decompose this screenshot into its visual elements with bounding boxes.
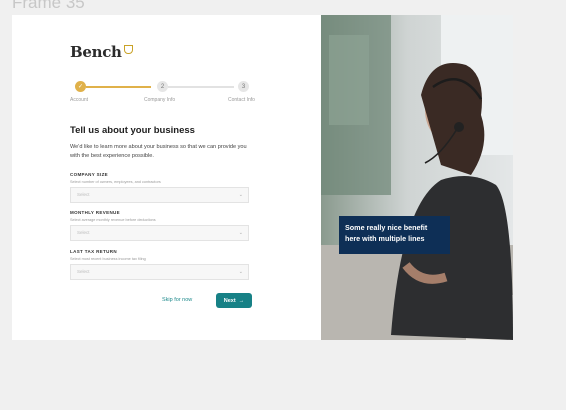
logo-shield-icon	[123, 45, 133, 54]
arrow-right-icon: →	[238, 297, 245, 304]
step-1-check-icon: ✓	[75, 81, 86, 92]
last-tax-return-help: Select most recent business income tax f…	[70, 257, 146, 261]
company-size-placeholder: Select	[77, 192, 90, 197]
page-title: Tell us about your business	[70, 125, 195, 136]
skip-for-now-link[interactable]: Skip for now	[162, 297, 192, 303]
last-tax-return-placeholder: Select	[77, 269, 90, 274]
company-size-help: Select number of owners, employees, and …	[70, 180, 161, 184]
bench-logo: Bench	[70, 43, 133, 61]
company-size-select[interactable]: Select ⌄	[70, 187, 249, 203]
step-3-indicator: 3	[238, 81, 249, 92]
chevron-down-icon: ⌄	[238, 192, 243, 198]
step-1-label: Account	[70, 97, 89, 103]
logo-wordmark: Bench	[70, 43, 122, 61]
next-button-label: Next	[223, 297, 236, 304]
benefit-caption: Some really nice benefit here with multi…	[339, 216, 450, 254]
step-2-indicator: 2	[157, 81, 168, 92]
chevron-down-icon: ⌄	[238, 269, 243, 275]
last-tax-return-select[interactable]: Select ⌄	[70, 264, 249, 280]
onboarding-frame: Bench ✓ 2 3 Account Company Info Contact…	[12, 15, 513, 340]
step-2-label: Company Info	[144, 97, 176, 103]
step-connector-2	[168, 86, 234, 88]
step-connector-1	[86, 86, 151, 88]
monthly-revenue-select[interactable]: Select ⌄	[70, 225, 249, 241]
monthly-revenue-placeholder: Select	[77, 230, 90, 235]
step-3-label: Contact Info	[228, 97, 255, 103]
hero-image-panel: Some really nice benefit here with multi…	[321, 15, 513, 340]
monthly-revenue-help: Select average monthly revenue before de…	[70, 218, 156, 222]
last-tax-return-label: Last Tax Return	[70, 249, 117, 254]
company-size-label: Company Size	[70, 172, 109, 177]
frame-label: Frame 35	[12, 0, 85, 12]
hero-photo	[321, 15, 513, 340]
form-panel: Bench ✓ 2 3 Account Company Info Contact…	[12, 15, 321, 340]
next-button[interactable]: Next →	[216, 293, 252, 308]
intro-text: We'd like to learn more about your busin…	[70, 144, 247, 159]
monthly-revenue-label: Monthly Revenue	[70, 210, 121, 215]
progress-stepper: ✓ 2 3 Account Company Info Contact Info	[70, 79, 270, 109]
chevron-down-icon: ⌄	[238, 230, 243, 236]
